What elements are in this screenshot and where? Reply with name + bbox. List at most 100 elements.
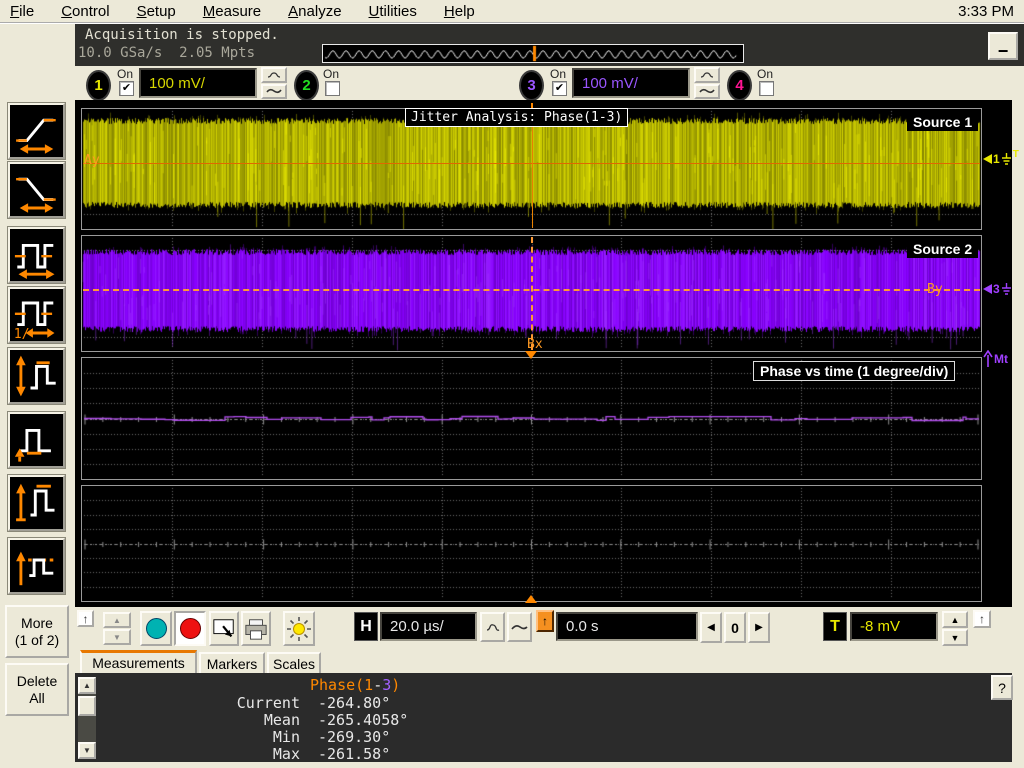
display-brightness-button[interactable] [283, 611, 315, 646]
v-max-icon [12, 479, 61, 527]
help-button[interactable]: ? [991, 675, 1013, 700]
timebase-coarse-button[interactable] [507, 612, 532, 642]
timebase-fine-button[interactable] [480, 612, 505, 642]
channel-3-level-marker[interactable]: 3 [983, 282, 1012, 296]
menu-help[interactable]: Help [444, 3, 475, 20]
trigger-label: T [823, 612, 847, 641]
collapse-trigger-button[interactable]: ↑ [973, 610, 991, 628]
scroll-up-button[interactable]: ▲ [78, 677, 96, 694]
channel-1-scale-field[interactable]: 100 mV/ [139, 68, 257, 98]
phase-vs-time-label: Phase vs time (1 degree/div) [753, 361, 955, 381]
channel-1-wave-small-button[interactable] [261, 67, 287, 83]
collapse-up-button[interactable]: ↑ [77, 610, 94, 627]
channel-3-badge[interactable]: 3 [519, 70, 544, 101]
channel-3-wave-small-button[interactable] [694, 67, 720, 83]
measurement-row-label: Min [170, 728, 300, 746]
scroll-down-button[interactable]: ▼ [78, 742, 96, 759]
channel-3-coupling-buttons [694, 67, 720, 99]
trigger-level-up-button[interactable]: ▲ [942, 611, 968, 628]
timebase-field[interactable]: 20.0 µs/ [380, 612, 477, 641]
vertical-scale-down-button[interactable]: ▼ [103, 629, 131, 645]
stop-button[interactable] [174, 611, 206, 646]
channel-1-on-checkbox[interactable]: ✔ [119, 81, 134, 96]
menu-control[interactable]: Control [61, 3, 109, 20]
channel-2-on-label: On [323, 67, 339, 81]
marker-by-label: By [927, 282, 943, 297]
sine-icon [700, 71, 714, 79]
tab-measurements[interactable]: Measurements [80, 650, 197, 673]
channel-3-on-label: On [550, 67, 566, 81]
jitter-analysis-title: Jitter Analysis: Phase(1-3) [405, 108, 628, 127]
waveform-preview-bar[interactable] [322, 44, 744, 63]
source2-label: Source 2 [907, 240, 978, 258]
marker-bx-arrow[interactable] [525, 351, 537, 359]
vertical-scale-up-button[interactable]: ▲ [103, 612, 131, 628]
printer-icon [243, 617, 269, 641]
channel-4-badge[interactable]: 4 [727, 70, 752, 101]
waveform-display: Ay By Jitter Analysis: Phase(1-3) Source… [75, 100, 1012, 607]
channel-4-on-checkbox[interactable] [759, 81, 774, 96]
sidebar-measure-fall-time-button[interactable] [8, 162, 65, 218]
menu-setup[interactable]: Setup [137, 3, 176, 20]
sidebar-measure-v-amplitude-button[interactable] [8, 348, 65, 404]
marker-bx-line[interactable] [531, 237, 533, 350]
channel-3-wave-large-button[interactable] [694, 84, 720, 100]
measurement-header: Phase(1-3) [310, 676, 400, 694]
tab-scales[interactable]: Scales [267, 652, 321, 673]
run-icon [146, 618, 167, 639]
horizontal-position-field[interactable]: 0.0 s [556, 612, 698, 641]
sidebar-measure-v-base-button[interactable] [8, 412, 65, 468]
menu-bar: File Control Setup Measure Analyze Utili… [0, 0, 1024, 24]
channel-1-badge[interactable]: 1 [86, 70, 111, 101]
channel-bar: 1 On ✔ 100 mV/ 2 On 3 On ✔ 100 mV/ 4 On [75, 66, 1024, 100]
menu-measure[interactable]: Measure [203, 3, 261, 20]
channel-2-on-checkbox[interactable] [325, 81, 340, 96]
sidebar-measure-rise-time-button[interactable] [8, 103, 65, 159]
ground-icon [1001, 153, 1012, 165]
delete-all-button[interactable]: Delete All [5, 663, 69, 716]
channel-2-badge[interactable]: 2 [294, 70, 319, 101]
tilde-icon [699, 87, 715, 95]
run-button[interactable] [140, 611, 172, 646]
menu-utilities[interactable]: Utilities [369, 3, 417, 20]
more-button[interactable]: More (1 of 2) [5, 605, 69, 658]
trigger-level-field[interactable]: -8 mV [850, 612, 938, 641]
measurement-row-value: -269.30° [318, 728, 390, 746]
marker-bx-label: Bx [527, 337, 543, 352]
channel-3-on-checkbox[interactable]: ✔ [552, 81, 567, 96]
sidebar-measure-pulse-width-button[interactable] [8, 227, 65, 283]
scrollbar-thumb[interactable] [78, 696, 96, 716]
export-screen-icon [212, 617, 236, 641]
measurement-row-label: Current [170, 694, 300, 712]
trigger-time-marker[interactable] [525, 595, 537, 603]
measurement-trend-marker[interactable]: Mt [983, 350, 1008, 368]
sidebar-measure-frequency-button[interactable]: 1/ [8, 287, 65, 343]
channel-1-level-marker[interactable]: 1 T [983, 152, 1019, 166]
print-button[interactable] [241, 611, 271, 646]
menu-file[interactable]: File [10, 3, 34, 20]
sidebar-measure-v-average-button[interactable] [8, 538, 65, 594]
function-grid [81, 485, 982, 602]
source2-grid: By [81, 235, 982, 352]
measurement-row-value: -264.80° [318, 694, 390, 712]
tab-markers[interactable]: Markers [199, 652, 265, 673]
source1-label: Source 1 [907, 113, 978, 131]
position-left-button[interactable]: ◀ [700, 612, 722, 643]
channel-1-wave-large-button[interactable] [261, 84, 287, 100]
sidebar-measure-v-max-button[interactable] [8, 475, 65, 531]
marker-ax-top-tick [531, 103, 533, 108]
horizontal-toolbar: ↑ ▲ ▼ [75, 607, 1024, 650]
channel-3-scale-field[interactable]: 100 mV/ [572, 68, 690, 98]
sun-icon [286, 616, 312, 642]
menu-analyze[interactable]: Analyze [288, 3, 341, 20]
screen-capture-button[interactable] [209, 611, 239, 646]
marker-ax-line[interactable] [532, 110, 533, 228]
position-zero-button[interactable]: 0 [724, 612, 746, 643]
sample-rate-status: 10.0 GSa/s 2.05 Mpts [78, 45, 255, 61]
acquisition-status: Acquisition is stopped. [85, 27, 279, 43]
measurement-row-value: -261.58° [318, 745, 390, 763]
trigger-level-down-button[interactable]: ▼ [942, 629, 968, 646]
minimize-button[interactable]: − [988, 32, 1018, 60]
trigger-position-button[interactable]: ↑ [536, 610, 554, 632]
position-right-button[interactable]: ▶ [748, 612, 770, 643]
